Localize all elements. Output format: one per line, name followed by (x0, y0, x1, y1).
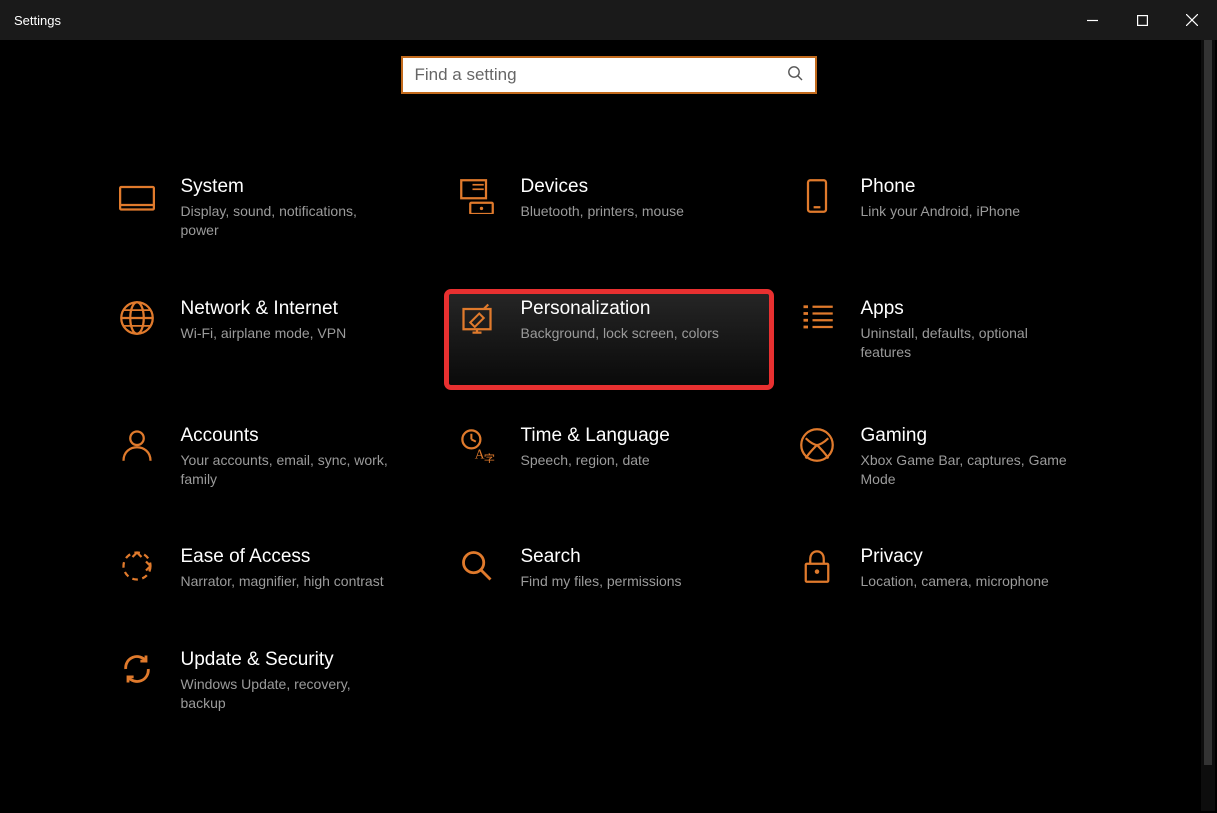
time-icon (459, 427, 495, 463)
close-icon (1186, 14, 1198, 26)
tile-update[interactable]: Update & Security Windows Update, recover… (109, 645, 429, 731)
system-icon (119, 178, 155, 214)
privacy-icon (799, 548, 835, 584)
close-button[interactable] (1167, 0, 1217, 40)
search-input[interactable] (415, 65, 787, 85)
tile-text: System Display, sound, notifications, pow… (181, 176, 391, 240)
network-icon (119, 300, 155, 336)
tile-title: Ease of Access (181, 546, 384, 568)
tile-title: Search (521, 546, 682, 568)
tile-text: Ease of Access Narrator, magnifier, high … (181, 546, 384, 591)
tile-title: Personalization (521, 298, 719, 320)
tile-desc: Xbox Game Bar, captures, Game Mode (861, 451, 1071, 489)
maximize-icon (1137, 15, 1148, 26)
tile-desc: Display, sound, notifications, power (181, 202, 391, 240)
tile-desc: Location, camera, microphone (861, 572, 1049, 591)
search-container (0, 56, 1217, 94)
window-controls (1067, 0, 1217, 40)
update-icon (119, 651, 155, 687)
window-title: Settings (14, 13, 61, 28)
tile-devices[interactable]: Devices Bluetooth, printers, mouse (449, 172, 769, 258)
tile-desc: Background, lock screen, colors (521, 324, 719, 343)
tile-system[interactable]: System Display, sound, notifications, pow… (109, 172, 429, 258)
tile-title: Update & Security (181, 649, 391, 671)
maximize-button[interactable] (1117, 0, 1167, 40)
tile-title: Network & Internet (181, 298, 347, 320)
phone-icon (799, 178, 835, 214)
minimize-button[interactable] (1067, 0, 1117, 40)
tile-privacy[interactable]: Privacy Location, camera, microphone (789, 542, 1109, 609)
tile-phone[interactable]: Phone Link your Android, iPhone (789, 172, 1109, 258)
tile-accounts[interactable]: Accounts Your accounts, email, sync, work… (109, 421, 429, 507)
tile-text: Accounts Your accounts, email, sync, work… (181, 425, 391, 489)
tile-text: Time & Language Speech, region, date (521, 425, 670, 470)
tile-apps[interactable]: Apps Uninstall, defaults, optional featur… (789, 294, 1109, 385)
tile-desc: Uninstall, defaults, optional features (861, 324, 1071, 362)
tile-text: Search Find my files, permissions (521, 546, 682, 591)
tile-title: Apps (861, 298, 1071, 320)
tile-desc: Your accounts, email, sync, work, family (181, 451, 391, 489)
vertical-scrollbar[interactable] (1201, 40, 1215, 811)
settings-grid: System Display, sound, notifications, pow… (90, 172, 1127, 731)
tile-personalization[interactable]: Personalization Background, lock screen, … (449, 294, 769, 385)
tile-desc: Windows Update, recovery, backup (181, 675, 391, 713)
tile-title: Phone (861, 176, 1021, 198)
tile-title: Gaming (861, 425, 1071, 447)
tile-title: System (181, 176, 391, 198)
tile-desc: Link your Android, iPhone (861, 202, 1021, 221)
tile-text: Devices Bluetooth, printers, mouse (521, 176, 684, 221)
tile-desc: Find my files, permissions (521, 572, 682, 591)
minimize-icon (1087, 15, 1098, 26)
tile-desc: Narrator, magnifier, high contrast (181, 572, 384, 591)
tile-desc: Wi-Fi, airplane mode, VPN (181, 324, 347, 343)
gaming-icon (799, 427, 835, 463)
ease-icon (119, 548, 155, 584)
titlebar: Settings (0, 0, 1217, 40)
tile-search[interactable]: Search Find my files, permissions (449, 542, 769, 609)
search-icon (459, 548, 495, 584)
tile-title: Accounts (181, 425, 391, 447)
tile-text: Phone Link your Android, iPhone (861, 176, 1021, 221)
tile-desc: Speech, region, date (521, 451, 670, 470)
tile-title: Time & Language (521, 425, 670, 447)
devices-icon (459, 178, 495, 214)
tile-ease[interactable]: Ease of Access Narrator, magnifier, high … (109, 542, 429, 609)
tile-text: Privacy Location, camera, microphone (861, 546, 1049, 591)
search-box[interactable] (401, 56, 817, 94)
tile-text: Apps Uninstall, defaults, optional featur… (861, 298, 1071, 362)
tile-network[interactable]: Network & Internet Wi-Fi, airplane mode, … (109, 294, 429, 385)
personalization-icon (459, 300, 495, 336)
tile-text: Personalization Background, lock screen, … (521, 298, 719, 343)
tile-text: Gaming Xbox Game Bar, captures, Game Mode (861, 425, 1071, 489)
tile-gaming[interactable]: Gaming Xbox Game Bar, captures, Game Mode (789, 421, 1109, 507)
tile-desc: Bluetooth, printers, mouse (521, 202, 684, 221)
tile-title: Privacy (861, 546, 1049, 568)
scrollbar-thumb[interactable] (1204, 40, 1212, 765)
search-icon (787, 65, 803, 86)
apps-icon (799, 300, 835, 336)
tile-title: Devices (521, 176, 684, 198)
tile-text: Update & Security Windows Update, recover… (181, 649, 391, 713)
tile-text: Network & Internet Wi-Fi, airplane mode, … (181, 298, 347, 343)
accounts-icon (119, 427, 155, 463)
tile-time[interactable]: Time & Language Speech, region, date (449, 421, 769, 507)
